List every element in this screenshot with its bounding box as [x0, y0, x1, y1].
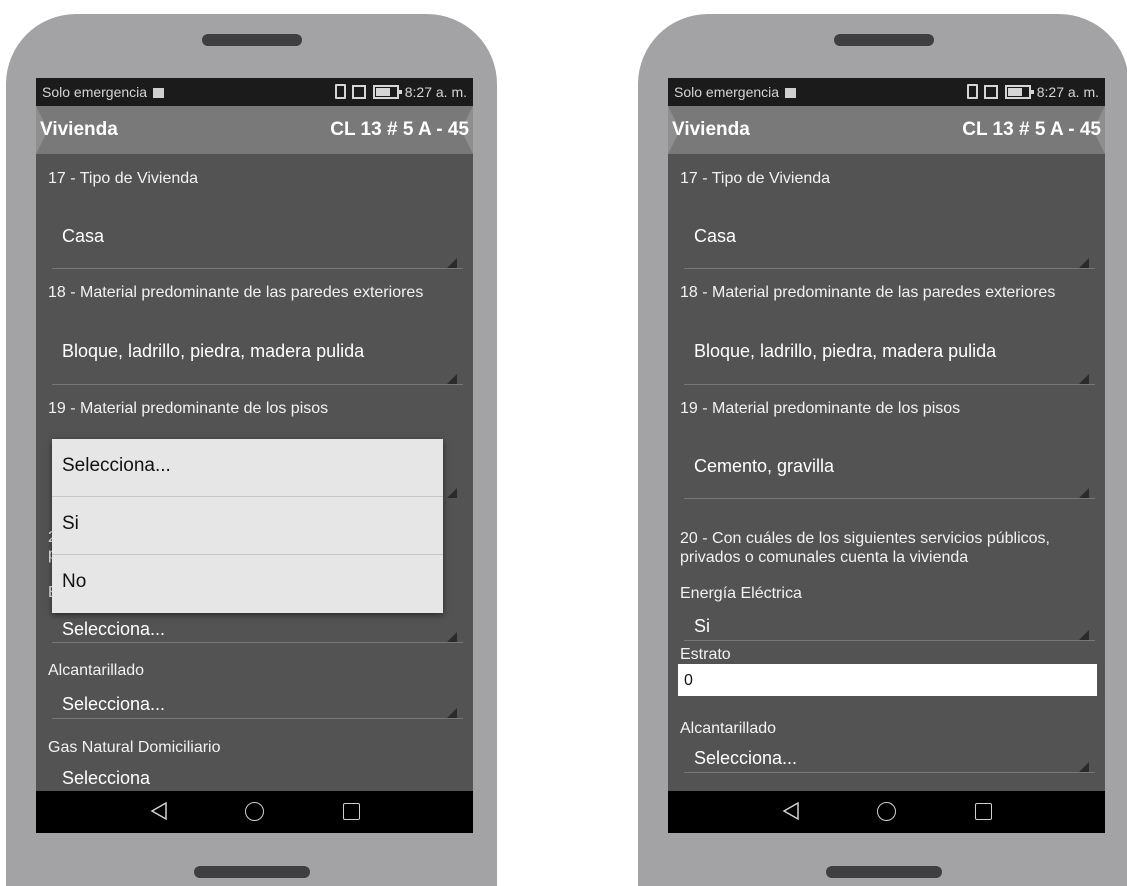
back-icon[interactable]: [782, 801, 800, 821]
phone-speaker: [833, 34, 934, 46]
spinner-arrow-icon: [1079, 488, 1089, 498]
home-icon[interactable]: [245, 802, 264, 821]
q20-label-line1: 20 - Con cuáles de los siguientes servic…: [680, 530, 1050, 547]
back-icon[interactable]: [150, 801, 168, 821]
phone-right: Solo emergencia 8:27 a. m. Vivienda CL 1…: [638, 14, 1127, 886]
image-notification-icon: [785, 88, 797, 98]
phone-home-pill: [193, 866, 310, 878]
alcantarillado-label: Alcantarillado: [680, 720, 777, 737]
home-icon[interactable]: [877, 802, 896, 821]
gas-spinner[interactable]: Selecciona: [62, 768, 150, 789]
carrier-text: Solo emergencia: [674, 84, 780, 100]
spinner-arrow-icon: [447, 258, 457, 268]
q18-spinner[interactable]: Bloque, ladrillo, piedra, madera pulida: [62, 341, 364, 362]
gas-label: Gas Natural Domiciliario: [48, 739, 221, 756]
divider: [684, 772, 1095, 773]
vibrate-icon: [966, 84, 978, 99]
dropdown-option-si[interactable]: Si: [52, 497, 443, 555]
alcantarillado-label: Alcantarillado: [48, 662, 145, 679]
status-bar: Solo emergencia 8:27 a. m.: [668, 78, 1105, 106]
clock-text: 8:27 a. m.: [404, 84, 467, 100]
alcantarillado-spinner[interactable]: Selecciona...: [62, 694, 165, 715]
app-title: Vivienda: [40, 119, 118, 140]
screen-left: Solo emergencia 8:27 a. m. Vivienda CL 1…: [36, 78, 473, 833]
estrato-input[interactable]: 0: [678, 664, 1097, 696]
energia-label: Energía Eléctrica: [680, 585, 802, 602]
clock-text: 8:27 a. m.: [1036, 84, 1099, 100]
phone-speaker: [201, 34, 302, 46]
battery-icon: [372, 85, 402, 99]
vibrate-icon: [334, 84, 346, 99]
divider: [52, 718, 463, 719]
nav-bar: [668, 791, 1105, 833]
spinner-arrow-icon: [1079, 630, 1089, 640]
dropdown-option-selecciona[interactable]: Selecciona...: [52, 439, 443, 497]
sim-icon: [983, 85, 998, 99]
recent-apps-icon[interactable]: [975, 803, 992, 820]
divider: [684, 384, 1095, 385]
q18-label: 18 - Material predominante de las parede…: [48, 284, 424, 301]
dropdown-option-no[interactable]: No: [52, 555, 443, 613]
image-notification-icon: [153, 88, 165, 98]
phone-left: Solo emergencia 8:27 a. m. Vivienda CL 1…: [6, 14, 497, 886]
energia-spinner[interactable]: Si: [694, 616, 710, 637]
app-bar: Vivienda CL 13 # 5 A - 45: [668, 106, 1105, 154]
spinner-dropdown: Selecciona... Si No: [52, 439, 443, 613]
address-label: CL 13 # 5 A - 45: [962, 119, 1101, 140]
q17-spinner[interactable]: Casa: [62, 226, 104, 247]
address-label: CL 13 # 5 A - 45: [330, 119, 469, 140]
battery-icon: [1004, 85, 1034, 99]
spinner-arrow-icon: [1079, 762, 1089, 772]
phone-home-pill: [825, 866, 942, 878]
spinner-arrow-icon: [1079, 258, 1089, 268]
form-content: 17 - Tipo de Vivienda Casa 18 - Material…: [668, 154, 1105, 791]
divider: [52, 384, 463, 385]
recent-apps-icon[interactable]: [343, 803, 360, 820]
carrier-text: Solo emergencia: [42, 84, 148, 100]
status-bar: Solo emergencia 8:27 a. m.: [36, 78, 473, 106]
app-title: Vivienda: [672, 119, 750, 140]
estrato-label: Estrato: [680, 646, 731, 663]
q18-spinner[interactable]: Bloque, ladrillo, piedra, madera pulida: [694, 341, 996, 362]
app-bar: Vivienda CL 13 # 5 A - 45: [36, 106, 473, 154]
spinner-arrow-icon: [447, 708, 457, 718]
spinner-arrow-icon: [447, 374, 457, 384]
q17-label: 17 - Tipo de Vivienda: [48, 170, 199, 187]
nav-bar: [36, 791, 473, 833]
screen-right: Solo emergencia 8:27 a. m. Vivienda CL 1…: [668, 78, 1105, 833]
spinner-arrow-icon: [447, 632, 457, 642]
spinner-arrow-icon: [447, 488, 457, 498]
alcantarillado-spinner[interactable]: Selecciona...: [694, 748, 797, 769]
q18-label: 18 - Material predominante de las parede…: [680, 284, 1056, 301]
divider: [684, 498, 1095, 499]
q19-spinner[interactable]: Cemento, gravilla: [694, 456, 834, 477]
q20-label-line2: privados o comunales cuenta la vivienda: [680, 549, 969, 566]
q17-spinner[interactable]: Casa: [694, 226, 736, 247]
q19-label: 19 - Material predominante de los pisos: [48, 400, 329, 417]
q17-label: 17 - Tipo de Vivienda: [680, 170, 831, 187]
q19-label: 19 - Material predominante de los pisos: [680, 400, 961, 417]
divider: [52, 642, 463, 643]
spinner-arrow-icon: [1079, 374, 1089, 384]
divider: [684, 640, 1095, 641]
energia-spinner[interactable]: Selecciona...: [62, 619, 165, 640]
sim-icon: [351, 85, 366, 99]
divider: [52, 268, 463, 269]
divider: [684, 268, 1095, 269]
